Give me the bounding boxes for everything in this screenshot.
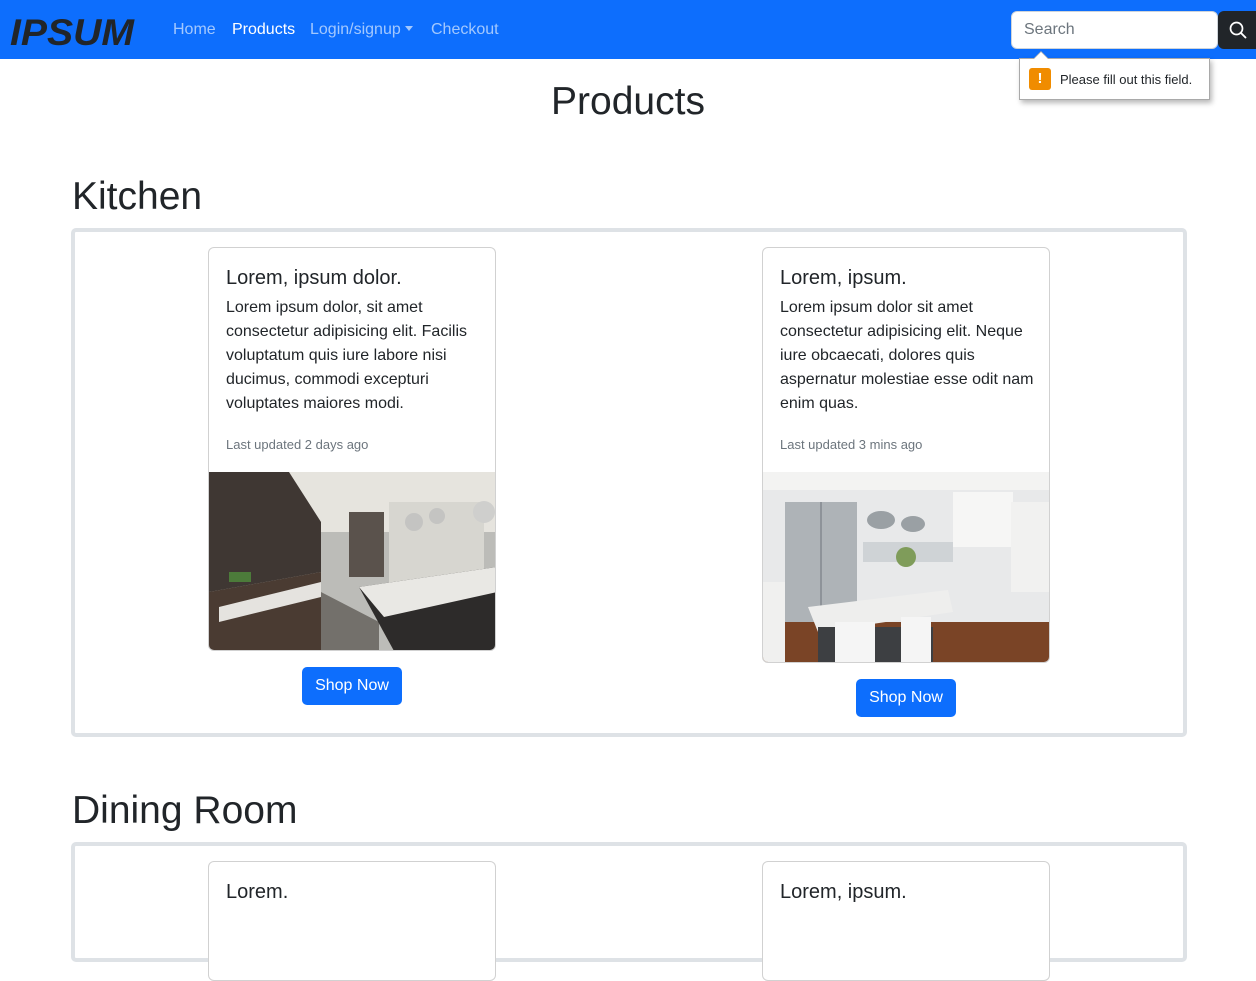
- nav-home[interactable]: Home: [173, 20, 216, 40]
- section-dining-room: Lorem. Lorem, ipsum.: [71, 842, 1187, 981]
- product-title: Lorem.: [226, 881, 289, 903]
- product-title: Lorem, ipsum.: [780, 881, 907, 903]
- section-title-dining-room: Dining Room: [72, 789, 298, 832]
- section-title-kitchen: Kitchen: [72, 175, 203, 218]
- brand-logo-text: IPSUM: [10, 13, 135, 47]
- product-title: Lorem, ipsum dolor.: [226, 267, 402, 289]
- nav-checkout[interactable]: Checkout: [431, 20, 499, 40]
- section-kitchen: Lorem, ipsum dolor. Lorem ipsum dolor, s…: [71, 228, 1187, 737]
- shop-now-button[interactable]: Shop Now: [302, 667, 402, 705]
- product-card: Lorem.: [208, 861, 496, 981]
- white-kitchen-photo: [763, 472, 1049, 662]
- product-description: Lorem ipsum dolor, sit amet consectetur …: [226, 299, 467, 412]
- navbar: IPSUM Home Products Login/signup Checkou…: [0, 0, 1256, 59]
- product-card: Lorem, ipsum. Lorem ipsum dolor sit amet…: [762, 247, 1050, 663]
- page-title: Products: [551, 80, 705, 123]
- shop-now-button[interactable]: Shop Now: [856, 679, 956, 717]
- chevron-down-icon: [404, 26, 413, 31]
- product-card: Lorem, ipsum dolor. Lorem ipsum dolor, s…: [208, 247, 496, 651]
- product-description: Lorem ipsum dolor sit amet consectetur a…: [780, 299, 1034, 412]
- nav-products[interactable]: Products: [232, 20, 295, 40]
- nav-login-signup[interactable]: Login/signup: [310, 20, 413, 40]
- product-updated: Last updated 2 days ago: [226, 437, 369, 452]
- search-icon: [1229, 21, 1247, 39]
- product-card: Lorem, ipsum.: [762, 861, 1050, 981]
- nav-login-signup-label: Login/signup: [310, 21, 401, 38]
- product-title: Lorem, ipsum.: [780, 267, 907, 289]
- product-updated: Last updated 3 mins ago: [780, 437, 923, 452]
- search-input[interactable]: [1011, 11, 1218, 49]
- search-button[interactable]: [1218, 11, 1256, 49]
- brand-logo[interactable]: IPSUM: [10, 13, 138, 47]
- dark-kitchen-photo: [209, 472, 495, 650]
